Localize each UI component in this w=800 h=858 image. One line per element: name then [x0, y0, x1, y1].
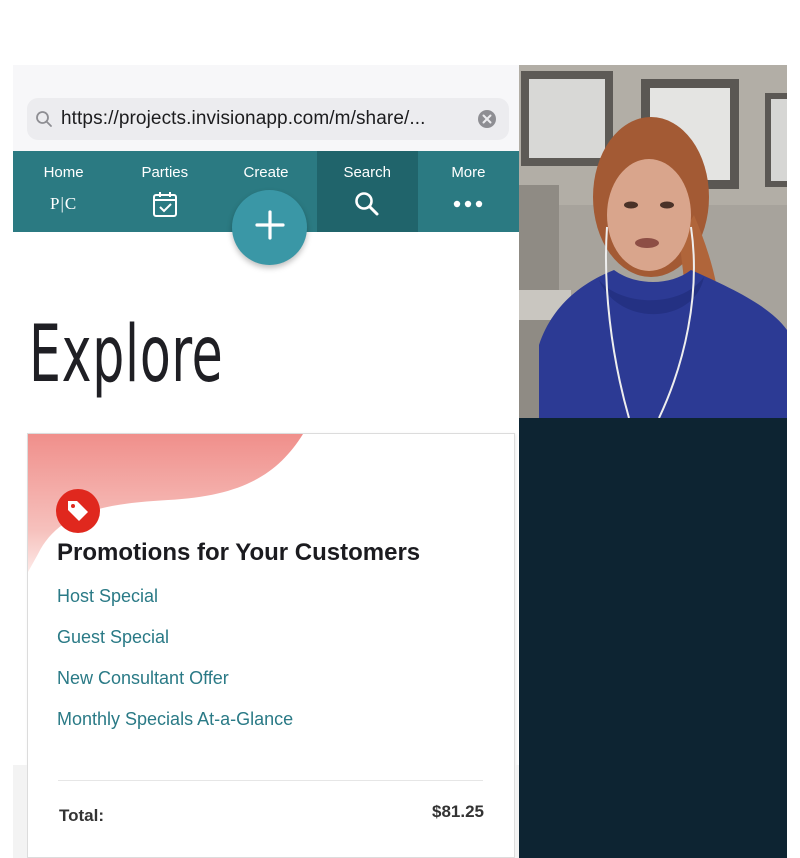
nav-item-label: Create	[243, 164, 289, 181]
pc-logo-icon: P|C	[50, 194, 78, 213]
nav-item-more[interactable]: More	[418, 151, 519, 232]
promotions-card: Promotions for Your Customers Host Speci…	[27, 433, 515, 858]
browser-chrome: https://projects.invisionapp.com/m/share…	[13, 65, 519, 151]
address-bar[interactable]: https://projects.invisionapp.com/m/share…	[27, 98, 509, 140]
screen: https://projects.invisionapp.com/m/share…	[0, 0, 800, 858]
clear-icon[interactable]	[469, 101, 505, 137]
more-dots-icon	[453, 189, 483, 219]
page-edge	[787, 65, 800, 858]
link-new-consultant-offer[interactable]: New Consultant Offer	[57, 668, 229, 689]
nav-item-label: Parties	[141, 164, 189, 181]
divider	[58, 780, 483, 781]
total-value: $81.25	[432, 802, 484, 821]
nav-item-home[interactable]: Home P|C	[13, 151, 114, 232]
background-strip	[13, 765, 27, 858]
search-icon	[27, 110, 61, 128]
card-title: Promotions for Your Customers	[57, 539, 421, 566]
link-guest-special[interactable]: Guest Special	[57, 627, 169, 648]
calendar-check-icon	[152, 189, 178, 219]
nav-item-label: Home	[43, 164, 84, 181]
page-title: Explore	[29, 310, 224, 400]
search-icon	[354, 189, 380, 219]
nav-item-label: More	[451, 164, 486, 181]
url-text[interactable]: https://projects.invisionapp.com/m/share…	[61, 108, 469, 130]
link-host-special[interactable]: Host Special	[57, 586, 158, 607]
create-button[interactable]	[232, 190, 307, 265]
webcam-feed-image	[519, 65, 787, 418]
webcam-video	[519, 65, 787, 418]
nav-item-search[interactable]: Search	[316, 151, 418, 232]
nav-item-label: Search	[343, 164, 391, 181]
total-label: Total:	[59, 806, 105, 825]
plus-icon	[254, 209, 286, 246]
link-monthly-specials[interactable]: Monthly Specials At-a-Glance	[57, 709, 293, 730]
video-background-panel	[519, 418, 787, 858]
phone-app: https://projects.invisionapp.com/m/share…	[13, 65, 519, 858]
tag-icon	[56, 489, 100, 533]
nav-item-parties[interactable]: Parties	[114, 151, 215, 232]
